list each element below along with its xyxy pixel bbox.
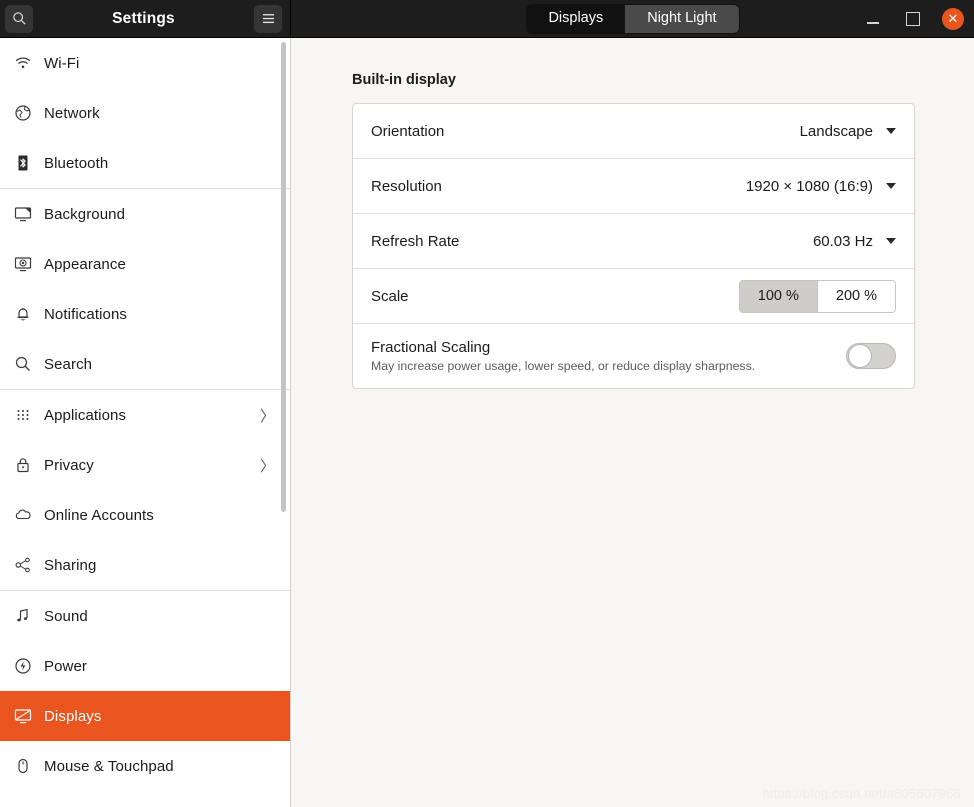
scale-option-200[interactable]: 200 % <box>816 280 895 312</box>
network-icon <box>14 104 44 122</box>
sidebar-item-privacy[interactable]: Privacy 〉 <box>0 440 290 490</box>
fractional-scaling-description: May increase power usage, lower speed, o… <box>371 359 756 373</box>
sidebar-item-label: Privacy <box>44 456 94 474</box>
sidebar-item-mouse-and-touchpad[interactable]: Mouse & Touchpad <box>0 741 290 791</box>
sidebar-item-displays[interactable]: Displays <box>0 691 290 741</box>
sidebar-item-label: Appearance <box>44 255 126 273</box>
hamburger-menu-icon <box>262 14 274 24</box>
sidebar-item-label: Background <box>44 205 126 223</box>
search-icon <box>14 355 44 373</box>
sidebar-item-sound[interactable]: Sound <box>0 591 290 641</box>
search-button[interactable] <box>5 4 33 33</box>
chevron-right-icon: 〉 <box>260 407 276 425</box>
wifi-icon <box>14 54 44 72</box>
scale-label: Scale <box>371 287 409 305</box>
scale-option-100[interactable]: 100 % <box>739 280 817 312</box>
window-controls: ✕ <box>862 7 964 30</box>
fractional-scaling-label: Fractional Scaling <box>371 339 491 356</box>
bluetooth-icon <box>14 154 44 172</box>
chevron-right-icon: 〉 <box>260 457 276 475</box>
sidebar-item-label: Notifications <box>44 305 128 323</box>
row-scale: Scale 100 % 200 % <box>353 269 914 324</box>
tab-displays[interactable]: Displays <box>526 4 626 33</box>
share-icon <box>14 556 44 574</box>
sidebar-item-network[interactable]: Network <box>0 88 290 138</box>
sidebar-item-wi-fi[interactable]: Wi-Fi <box>0 38 290 88</box>
row-fractional-scaling: Fractional Scaling May increase power us… <box>353 324 914 388</box>
sidebar-item-label: Online Accounts <box>44 506 154 524</box>
window-body: Wi-Fi Network Bluetooth Background Appea… <box>0 38 974 807</box>
sidebar-item-label: Sharing <box>44 556 97 574</box>
sidebar-item-label: Wi-Fi <box>44 54 80 72</box>
sidebar-item-background[interactable]: Background <box>0 189 290 239</box>
tab-night-light[interactable]: Night Light <box>625 4 739 33</box>
grid-dots-icon <box>14 406 44 424</box>
sidebar-item-label: Mouse & Touchpad <box>44 757 174 775</box>
appearance-icon <box>14 255 44 273</box>
sidebar-scrollbar[interactable] <box>281 42 286 512</box>
sidebar-item-label: Search <box>44 355 93 373</box>
sidebar-item-label: Sound <box>44 607 88 625</box>
settings-window: Settings Displays Night Light ✕ Wi-Fi Ne… <box>0 0 974 807</box>
refresh-rate-dropdown[interactable]: 60.03 Hz <box>813 233 896 250</box>
resolution-value: 1920 × 1080 (16:9) <box>745 177 873 195</box>
row-orientation[interactable]: Orientation Landscape <box>353 104 914 159</box>
maximize-button[interactable] <box>902 8 924 30</box>
display-settings-card: Orientation Landscape Resolution 1920 × … <box>352 103 915 389</box>
refresh-rate-label: Refresh Rate <box>371 232 460 250</box>
watermark-text: https://blog.csdn.net/a805607966 <box>762 786 961 801</box>
window-title: Settings <box>112 9 175 27</box>
display-icon <box>14 707 44 725</box>
sidebar-item-label: Applications <box>44 406 127 424</box>
row-resolution[interactable]: Resolution 1920 × 1080 (16:9) <box>353 159 914 214</box>
sidebar-item-label: Power <box>44 657 88 675</box>
minimize-button[interactable] <box>862 8 884 30</box>
scale-segmented-control: 100 % 200 % <box>738 279 896 313</box>
music-note-icon <box>14 607 44 625</box>
fractional-scaling-text: Fractional Scaling May increase power us… <box>371 339 846 373</box>
sidebar-item-notifications[interactable]: Notifications <box>0 289 290 339</box>
toggle-knob <box>848 344 872 368</box>
sidebar-item-power[interactable]: Power <box>0 641 290 691</box>
sidebar-item-bluetooth[interactable]: Bluetooth <box>0 138 290 188</box>
power-icon <box>14 657 44 675</box>
chevron-down-icon <box>886 183 896 189</box>
close-icon: ✕ <box>947 11 959 26</box>
resolution-dropdown[interactable]: 1920 × 1080 (16:9) <box>746 178 896 195</box>
sidebar-item-search[interactable]: Search <box>0 339 290 389</box>
sidebar-item-appearance[interactable]: Appearance <box>0 239 290 289</box>
refresh-rate-value: 60.03 Hz <box>812 232 873 250</box>
sidebar-item-online-accounts[interactable]: Online Accounts <box>0 490 290 540</box>
header-bar: Settings Displays Night Light ✕ <box>0 0 974 38</box>
orientation-label: Orientation <box>371 122 445 140</box>
sidebar-item-applications[interactable]: Applications 〉 <box>0 390 290 440</box>
sidebar-item-sharing[interactable]: Sharing <box>0 540 290 590</box>
row-refresh-rate[interactable]: Refresh Rate 60.03 Hz <box>353 214 914 269</box>
main-content: Built-in display Orientation Landscape R… <box>291 38 974 807</box>
sidebar: Wi-Fi Network Bluetooth Background Appea… <box>0 38 291 807</box>
view-switcher-tabs: Displays Night Light <box>525 3 740 34</box>
menu-button[interactable] <box>254 4 282 33</box>
sidebar-list: Wi-Fi Network Bluetooth Background Appea… <box>0 38 290 791</box>
page-title: Built-in display <box>352 72 456 88</box>
fractional-scaling-toggle[interactable] <box>846 343 896 369</box>
mouse-icon <box>14 757 44 775</box>
header-main-section: Displays Night Light ✕ <box>291 0 974 37</box>
sidebar-item-label: Bluetooth <box>44 154 109 172</box>
cloud-icon <box>14 506 44 524</box>
resolution-label: Resolution <box>371 177 442 195</box>
chevron-down-icon <box>886 128 896 134</box>
close-button[interactable]: ✕ <box>942 7 964 30</box>
orientation-value: Landscape <box>799 122 873 140</box>
sidebar-item-label: Displays <box>44 707 102 725</box>
header-sidebar-section: Settings <box>0 0 291 37</box>
sidebar-item-label: Network <box>44 104 100 122</box>
background-icon <box>14 205 44 223</box>
search-icon <box>12 12 26 25</box>
chevron-down-icon <box>886 238 896 244</box>
orientation-dropdown[interactable]: Landscape <box>800 123 896 140</box>
lock-icon <box>14 456 44 474</box>
bell-icon <box>14 305 44 323</box>
